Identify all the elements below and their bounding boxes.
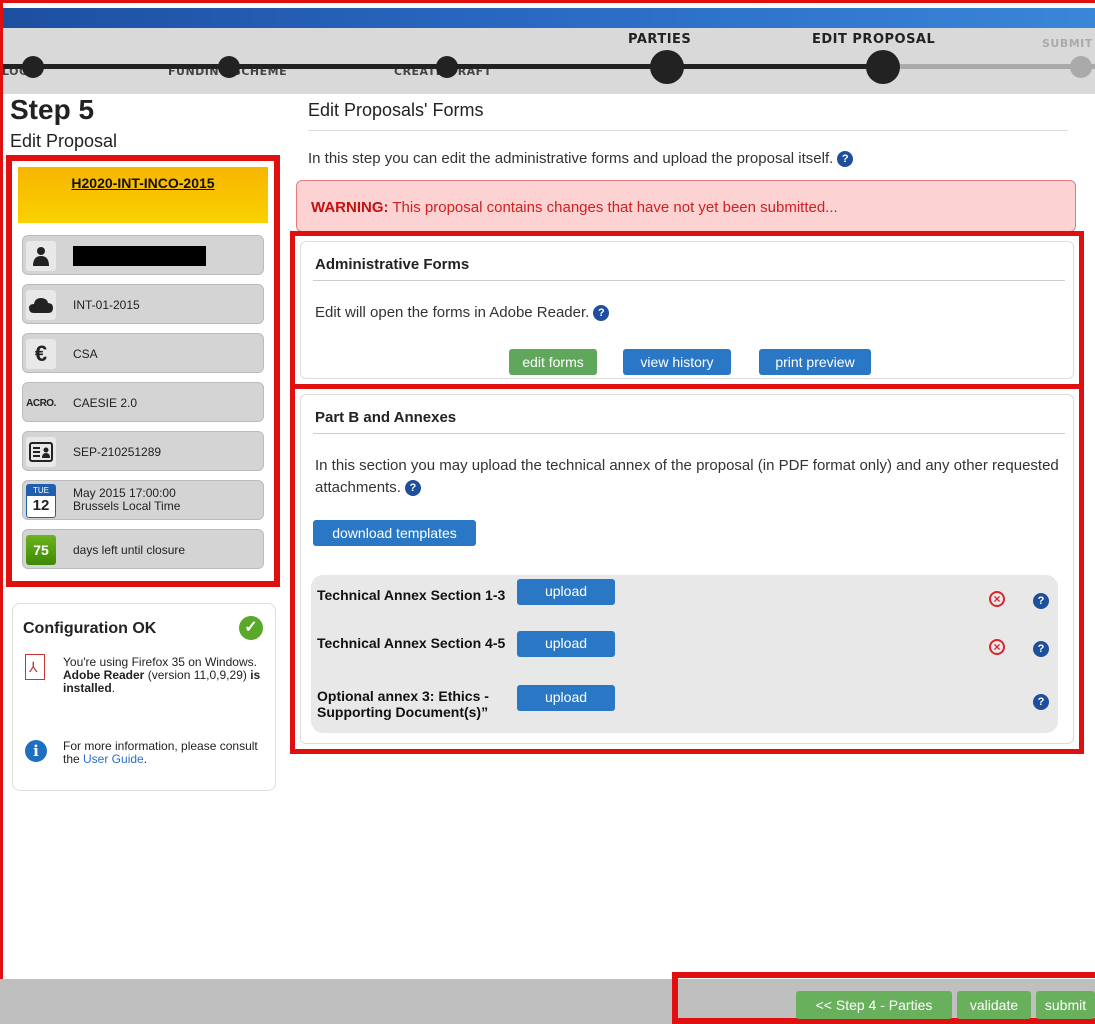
euro-icon: €: [26, 339, 56, 369]
admin-forms-text: Edit will open the forms in Adobe Reader…: [315, 302, 610, 324]
part-b-annexes-section: Part B and Annexes In this section you m…: [290, 384, 1084, 754]
annotation-frame-top: [0, 0, 1095, 3]
progress-dot-login: [22, 56, 44, 78]
remove-icon[interactable]: ×: [989, 639, 1005, 655]
remove-icon[interactable]: ×: [989, 591, 1005, 607]
upload-label: Technical Annex Section 1-3: [317, 587, 506, 603]
calendar-weekday: TUE: [27, 485, 55, 496]
calendar-day: 12: [32, 497, 50, 514]
admin-forms-title: Administrative Forms: [315, 256, 470, 273]
config-title: Configuration OK: [23, 620, 157, 637]
info-item-days-left: 75 days left until closure: [22, 529, 264, 569]
warning-banner: WARNING: This proposal contains changes …: [296, 180, 1076, 232]
help-icon[interactable]: ?: [404, 480, 421, 496]
call-id[interactable]: H2020-INT-INCO-2015: [71, 175, 214, 191]
upload-button[interactable]: upload: [517, 685, 615, 711]
upload-row-annex-1-3: Technical Annex Section 1-3 upload × ?: [311, 575, 1058, 623]
progress-dot-edit: [866, 50, 900, 84]
progress-dot-parties: [650, 50, 684, 84]
config-info-text: For more information, please consult the…: [63, 739, 258, 766]
pdf-icon: [25, 654, 45, 680]
info-item-sep-id: SEP-210251289: [22, 431, 264, 471]
info-item-type: € CSA: [22, 333, 264, 373]
calendar-icon: TUE 12: [26, 484, 56, 518]
admin-forms-divider: [313, 280, 1065, 281]
part-b-text: In this section you may upload the techn…: [315, 457, 1059, 496]
progress-steps: LOGIN FUNDING SCHEME CREATE DRAFT PARTIE…: [0, 28, 1095, 94]
call-header: H2020-INT-INCO-2015: [18, 167, 268, 223]
warning-text: This proposal contains changes that have…: [388, 199, 838, 216]
id-card-icon: [26, 437, 56, 467]
step-submit: SUBMIT: [1042, 37, 1093, 50]
download-templates-button[interactable]: download templates: [313, 520, 476, 546]
step-subtitle: Edit Proposal: [10, 131, 118, 151]
cloud-icon: [26, 290, 56, 320]
warning-label: WARNING:: [311, 199, 389, 216]
proposal-info-panel: H2020-INT-INCO-2015 INT-01-2015 € CSA AC…: [6, 155, 280, 587]
upload-button[interactable]: upload: [517, 631, 615, 657]
acronym-icon: ACRO.: [26, 397, 56, 409]
help-icon[interactable]: ?: [1033, 640, 1049, 658]
previous-step-button[interactable]: << Step 4 - Parties: [796, 991, 952, 1019]
step-edit-proposal: EDIT PROPOSAL: [812, 32, 936, 47]
help-icon[interactable]: ?: [593, 305, 610, 321]
person-icon: [26, 241, 56, 271]
upload-row-ethics: Optional annex 3: Ethics - Supporting Do…: [311, 682, 1058, 730]
edit-forms-button[interactable]: edit forms: [509, 349, 597, 375]
days-left-icon: 75: [26, 535, 56, 565]
title-divider: [308, 130, 1068, 131]
upload-button[interactable]: upload: [517, 579, 615, 605]
info-item-deadline: TUE 12 May 2015 17:00:00 Brussels Local …: [22, 480, 264, 520]
progress-dot-draft: [436, 56, 458, 78]
check-icon: ✓: [239, 616, 263, 640]
validate-button[interactable]: validate: [957, 991, 1031, 1019]
page-title: Edit Proposals' Forms: [308, 100, 484, 120]
progress-dot-funding: [218, 56, 240, 78]
upload-row-annex-4-5: Technical Annex Section 4-5 upload × ?: [311, 627, 1058, 675]
upload-label: Optional annex 3: Ethics - Supporting Do…: [317, 688, 489, 720]
info-item-topic: INT-01-2015: [22, 284, 264, 324]
help-icon[interactable]: ?: [1033, 693, 1049, 711]
administrative-forms-section: Administrative Forms Edit will open the …: [290, 231, 1084, 389]
config-status-text: You're using Firefox 35 on Windows. Adob…: [63, 655, 261, 695]
redacted-name: [73, 246, 206, 266]
user-guide-link[interactable]: User Guide: [83, 752, 144, 766]
help-icon[interactable]: ?: [1033, 592, 1049, 610]
intro-text: In this step you can edit the administra…: [308, 150, 854, 167]
view-history-button[interactable]: view history: [623, 349, 731, 375]
step-parties: PARTIES: [628, 32, 692, 47]
deadline-value: May 2015 17:00:00 Brussels Local Time: [73, 487, 180, 513]
step-title: Step 5: [10, 94, 95, 125]
info-icon: i: [25, 740, 47, 762]
part-b-divider: [313, 433, 1065, 434]
part-b-title: Part B and Annexes: [315, 409, 457, 426]
type-value: CSA: [73, 347, 98, 361]
upload-list: Technical Annex Section 1-3 upload × ? T…: [311, 575, 1058, 733]
header-banner: [0, 8, 1095, 28]
deadline-timezone: Brussels Local Time: [73, 499, 181, 513]
print-preview-button[interactable]: print preview: [759, 349, 871, 375]
progress-dot-submit: [1070, 56, 1092, 78]
sep-id-value: SEP-210251289: [73, 445, 162, 459]
days-left-label: days left until closure: [73, 543, 186, 557]
topic-value: INT-01-2015: [73, 298, 140, 312]
info-item-acronym: ACRO. CAESIE 2.0: [22, 382, 264, 422]
submit-button[interactable]: submit: [1036, 991, 1095, 1019]
upload-label: Technical Annex Section 4-5: [317, 635, 506, 651]
help-icon[interactable]: ?: [837, 151, 854, 167]
info-item-coordinator: [22, 235, 264, 275]
progress-line-remaining: [880, 64, 1095, 69]
configuration-panel: Configuration OK ✓ You're using Firefox …: [12, 603, 276, 791]
acronym-value: CAESIE 2.0: [73, 396, 138, 410]
